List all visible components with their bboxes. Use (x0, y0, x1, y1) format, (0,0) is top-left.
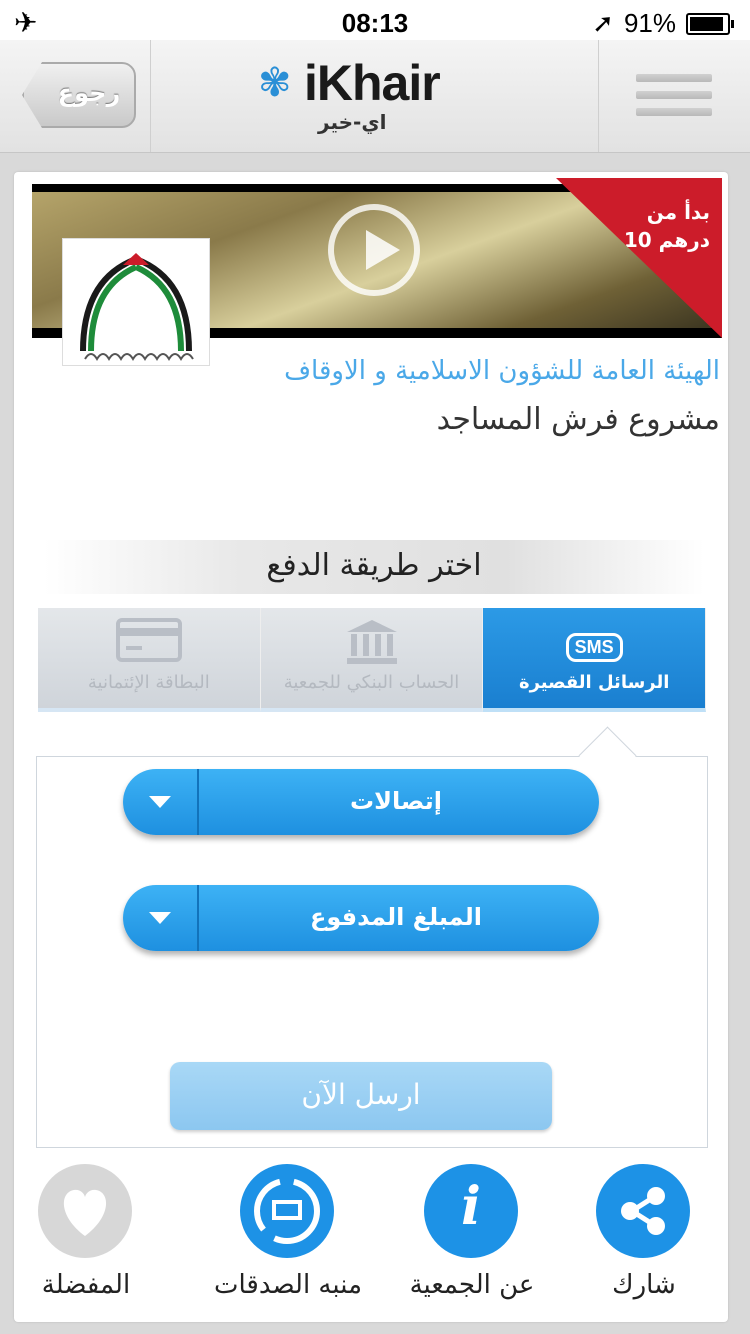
back-button-label: رجوع (57, 79, 121, 107)
sms-badge: SMS (565, 633, 623, 662)
logo-text: iKhair (304, 55, 441, 111)
dropdown-divider (197, 769, 199, 835)
logo-arabic: اي-خير (318, 110, 387, 134)
organization-logo (62, 238, 210, 366)
operator-select-value: إتصالات (350, 787, 442, 815)
credit-card-icon (38, 618, 260, 671)
chevron-down-icon (149, 912, 171, 924)
tab-bank-account[interactable]: الحساب البنكي للجمعية (260, 608, 484, 712)
charity-platform-button[interactable]: منبه الصدقات (198, 1164, 378, 1314)
battery-icon (686, 12, 734, 35)
status-bar: ✈ 08:13 ➚ 91% (0, 0, 750, 40)
wheat-icon: ✾ (258, 60, 292, 106)
payment-method-header: اختر طريقة الدفع (44, 540, 704, 594)
tab-credit-card[interactable]: البطاقة الإئتمانية (38, 608, 261, 712)
status-right: ➚ 91% (592, 8, 734, 39)
send-now-button[interactable]: ارسل الآن (170, 1062, 552, 1130)
project-card: بدأ من 10 درهم الهيئة العامة للشؤون الاس… (14, 172, 728, 1322)
nav-divider (150, 40, 151, 152)
play-icon[interactable] (328, 204, 420, 296)
tab-label: الرسائل القصيرة (518, 672, 670, 693)
charity-platform-label: منبه الصدقات (214, 1270, 362, 1300)
about-button[interactable]: i عن الجمعية (382, 1164, 562, 1314)
payment-method-title: اختر طريقة الدفع (266, 548, 482, 583)
sms-icon: SMS (483, 618, 705, 662)
heart-icon (38, 1164, 132, 1258)
nav-divider (598, 40, 599, 152)
ribbon-label-start: بدأ من (646, 200, 710, 224)
hamburger-menu-icon[interactable] (636, 74, 712, 122)
bottom-actions: المفضلة منبه الصدقات i عن الجمعية شارك (14, 1158, 728, 1318)
amount-select[interactable]: المبلغ المدفوع (123, 885, 599, 951)
chevron-down-icon (149, 796, 171, 808)
amount-select-value: المبلغ المدفوع (309, 903, 483, 931)
about-label: عن الجمعية (409, 1270, 535, 1300)
ribbon-label-amount: 10 درهم (623, 228, 710, 252)
favorite-button[interactable]: المفضلة (0, 1164, 176, 1314)
payment-tabs: البطاقة الإئتمانية الحساب البنكي للجمعية… (38, 608, 707, 712)
organization-name[interactable]: الهيئة العامة للشؤون الاسلامية و الاوقاف (284, 356, 720, 386)
info-icon: i (424, 1164, 518, 1258)
tab-label: البطاقة الإئتمانية (87, 672, 210, 693)
money-cycle-icon (240, 1164, 334, 1258)
favorite-label: المفضلة (41, 1270, 131, 1300)
location-arrow-icon: ➚ (592, 8, 614, 38)
send-now-label: ارسل الآن (301, 1078, 421, 1111)
nav-bar: رجوع ✾ iKhair اي-خير (0, 40, 750, 153)
share-label: شارك (612, 1270, 676, 1300)
tab-sms[interactable]: SMS الرسائل القصيرة (483, 608, 707, 712)
tab-label: الحساب البنكي للجمعية (283, 672, 460, 693)
dropdown-divider (197, 885, 199, 951)
app-logo: ✾ iKhair اي-خير (258, 54, 468, 140)
bank-icon (261, 618, 483, 675)
share-button[interactable]: شارك (554, 1164, 734, 1314)
battery-percent: 91% (623, 8, 676, 38)
operator-select[interactable]: إتصالات (123, 769, 599, 835)
project-title: مشروع فرش المساجد (436, 402, 720, 437)
back-button[interactable]: رجوع (22, 62, 136, 128)
share-icon (596, 1164, 690, 1258)
